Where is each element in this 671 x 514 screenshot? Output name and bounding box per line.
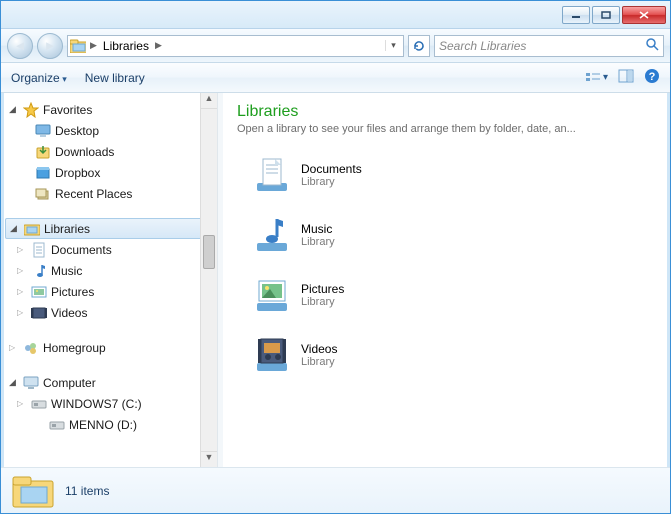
toolbar: Organize New library ▾ ?: [1, 63, 670, 93]
forward-button[interactable]: ►: [37, 33, 63, 59]
music-icon: [251, 215, 291, 255]
downloads-icon: [35, 144, 51, 160]
sidebar-item-downloads[interactable]: Downloads: [1, 141, 217, 162]
explorer-window: ◄ ► ▶ Libraries ▶ ▾ Search Libraries Org…: [0, 0, 671, 514]
organize-menu[interactable]: Organize: [11, 71, 67, 85]
videos-icon: [31, 305, 47, 321]
library-item-videos[interactable]: Videos Library: [237, 329, 656, 381]
scroll-up-icon[interactable]: ▲: [201, 93, 217, 109]
sidebar-item-dropbox[interactable]: Dropbox: [1, 162, 217, 183]
address-bar[interactable]: ▶ Libraries ▶ ▾: [67, 35, 404, 57]
sidebar-item-drive-d[interactable]: ▷ MENNO (D:): [1, 414, 217, 435]
documents-icon: [251, 155, 291, 195]
close-button[interactable]: [622, 6, 666, 24]
libraries-icon: [11, 473, 51, 509]
refresh-button[interactable]: [408, 35, 430, 57]
sidebar-computer[interactable]: ◢ Computer: [1, 372, 217, 393]
sidebar-item-desktop[interactable]: Desktop: [1, 120, 217, 141]
documents-icon: [31, 242, 47, 258]
search-placeholder: Search Libraries: [439, 39, 645, 53]
sidebar-favorites-label: Favorites: [43, 103, 92, 117]
sidebar-item-music[interactable]: ▷ Music: [1, 260, 217, 281]
libraries-icon: [70, 38, 86, 54]
search-icon: [645, 37, 659, 54]
sidebar-item-videos[interactable]: ▷ Videos: [1, 302, 217, 323]
sidebar-scrollbar[interactable]: ▲ ▼: [200, 93, 217, 467]
content-pane: Libraries Open a library to see your fil…: [223, 93, 670, 467]
drive-icon: [49, 417, 65, 433]
minimize-button[interactable]: [562, 6, 590, 24]
details-pane: 11 items: [1, 467, 670, 513]
desktop-icon: [35, 123, 51, 139]
titlebar: [1, 1, 670, 29]
status-item-count: 11 items: [65, 484, 109, 498]
search-input[interactable]: Search Libraries: [434, 35, 664, 57]
sidebar-libraries[interactable]: ◢ Libraries: [5, 218, 213, 239]
help-button[interactable]: ?: [644, 68, 660, 87]
sidebar-homegroup[interactable]: ▷ Homegroup: [1, 337, 217, 358]
recent-icon: [35, 186, 51, 202]
scroll-thumb[interactable]: [203, 235, 215, 269]
homegroup-icon: [23, 340, 39, 356]
content-title: Libraries: [237, 103, 656, 121]
nav-pane: ◢ Favorites Desktop Downloads Drop: [1, 93, 218, 467]
svg-text:?: ?: [649, 71, 656, 83]
maximize-button[interactable]: [592, 6, 620, 24]
sidebar-item-pictures[interactable]: ▷ Pictures: [1, 281, 217, 302]
content-subtitle: Open a library to see your files and arr…: [237, 123, 656, 135]
videos-icon: [251, 335, 291, 375]
computer-icon: [23, 375, 39, 391]
new-library-button[interactable]: New library: [85, 71, 145, 85]
navbar: ◄ ► ▶ Libraries ▶ ▾ Search Libraries: [1, 29, 670, 63]
preview-pane-button[interactable]: [618, 69, 634, 86]
breadcrumb-sep[interactable]: ▶: [90, 40, 97, 51]
body: ◢ Favorites Desktop Downloads Drop: [1, 93, 670, 467]
library-item-music[interactable]: Music Library: [237, 209, 656, 261]
sidebar-item-documents[interactable]: ▷ Documents: [1, 239, 217, 260]
back-button[interactable]: ◄: [7, 33, 33, 59]
drive-icon: [31, 396, 47, 412]
pictures-icon: [251, 275, 291, 315]
dropbox-icon: [35, 165, 51, 181]
breadcrumb-root[interactable]: Libraries: [101, 39, 151, 53]
star-icon: [23, 102, 39, 118]
sidebar-item-recent-places[interactable]: Recent Places: [1, 183, 217, 204]
address-history-dropdown[interactable]: ▾: [385, 40, 401, 51]
scroll-down-icon[interactable]: ▼: [201, 451, 217, 467]
sidebar-item-drive-c[interactable]: ▷ WINDOWS7 (C:): [1, 393, 217, 414]
libraries-icon: [24, 221, 40, 237]
library-item-documents[interactable]: Documents Library: [237, 149, 656, 201]
breadcrumb-sep[interactable]: ▶: [155, 40, 162, 51]
view-options-button[interactable]: ▾: [585, 71, 608, 85]
sidebar-libraries-label: Libraries: [44, 222, 90, 236]
library-item-pictures[interactable]: Pictures Library: [237, 269, 656, 321]
sidebar-favorites[interactable]: ◢ Favorites: [1, 99, 217, 120]
pictures-icon: [31, 284, 47, 300]
music-icon: [31, 263, 47, 279]
